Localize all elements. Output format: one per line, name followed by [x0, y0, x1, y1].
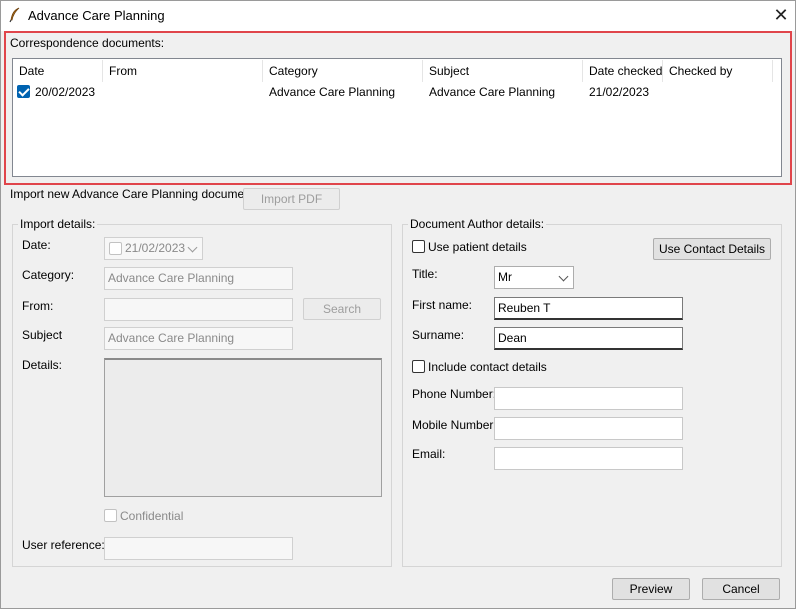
details-textarea[interactable]: [104, 358, 382, 497]
column-header-subject[interactable]: Subject: [423, 60, 583, 82]
surname-field[interactable]: Dean: [494, 327, 683, 350]
include-contact-details-checkbox[interactable]: [412, 360, 425, 373]
dialog-window: Advance Care Planning ✕ Correspondence d…: [0, 0, 796, 609]
date-checkbox[interactable]: [109, 242, 122, 255]
user-reference-field[interactable]: [104, 537, 293, 560]
first-name-field[interactable]: Reuben T: [494, 297, 683, 320]
preview-button[interactable]: Preview: [612, 578, 690, 600]
row-subject: Advance Care Planning: [429, 85, 556, 99]
subject-field[interactable]: Advance Care Planning: [104, 327, 293, 350]
feather-pen-icon: [9, 7, 20, 23]
title-bar: Advance Care Planning ✕: [1, 1, 795, 31]
title-select[interactable]: Mr: [494, 266, 574, 289]
column-header-category[interactable]: Category: [263, 60, 423, 82]
surname-label: Surname:: [412, 328, 465, 342]
row-date-checked: 21/02/2023: [589, 85, 650, 99]
mobile-number-label: Mobile Number:: [412, 418, 497, 432]
date-label: Date:: [22, 238, 51, 252]
category-label: Category:: [22, 268, 75, 282]
date-value: 21/02/2023: [125, 241, 186, 255]
phone-number-label: Phone Number:: [412, 387, 497, 401]
row-date: 20/02/2023: [35, 85, 96, 99]
confidential-checkbox[interactable]: [104, 509, 117, 522]
phone-number-field[interactable]: [494, 387, 683, 410]
correspondence-label: Correspondence documents:: [10, 36, 165, 50]
from-label: From:: [22, 299, 54, 313]
import-details-title: Import details:: [18, 217, 98, 231]
row-checkbox[interactable]: [17, 85, 30, 98]
email-field[interactable]: [494, 447, 683, 470]
row-category: Advance Care Planning: [269, 85, 396, 99]
close-icon[interactable]: ✕: [769, 4, 793, 28]
chevron-down-icon: [558, 271, 569, 282]
title-label: Title:: [412, 267, 438, 281]
subject-label: Subject: [22, 328, 63, 342]
column-header-date-checked[interactable]: Date checked: [583, 60, 663, 82]
chevron-down-icon: [187, 242, 198, 253]
use-patient-details-label: Use patient details: [428, 240, 527, 254]
use-contact-details-button[interactable]: Use Contact Details: [653, 238, 771, 260]
title-value: Mr: [498, 270, 512, 284]
mobile-number-field[interactable]: [494, 417, 683, 440]
category-field[interactable]: Advance Care Planning: [104, 267, 293, 290]
import-new-label: Import new Advance Care Planning documen…: [10, 187, 255, 201]
window-title: Advance Care Planning: [28, 8, 165, 23]
date-picker[interactable]: 21/02/2023: [104, 237, 203, 260]
column-header-date[interactable]: Date: [13, 60, 103, 82]
column-header-checked-by[interactable]: Checked by: [663, 60, 773, 82]
include-contact-details-label: Include contact details: [428, 360, 547, 374]
search-button[interactable]: Search: [303, 298, 381, 320]
cancel-button[interactable]: Cancel: [702, 578, 780, 600]
confidential-label: Confidential: [120, 509, 184, 523]
import-pdf-button[interactable]: Import PDF: [243, 188, 340, 210]
column-header-from[interactable]: From: [103, 60, 263, 82]
author-details-title: Document Author details:: [408, 217, 547, 231]
email-label: Email:: [412, 447, 446, 461]
use-patient-details-checkbox[interactable]: [412, 240, 425, 253]
correspondence-grid[interactable]: Date From Category Subject Date checked …: [12, 58, 782, 177]
from-field[interactable]: [104, 298, 293, 321]
details-label: Details:: [22, 358, 63, 372]
user-reference-label: User reference:: [22, 538, 105, 552]
first-name-label: First name:: [412, 298, 473, 312]
